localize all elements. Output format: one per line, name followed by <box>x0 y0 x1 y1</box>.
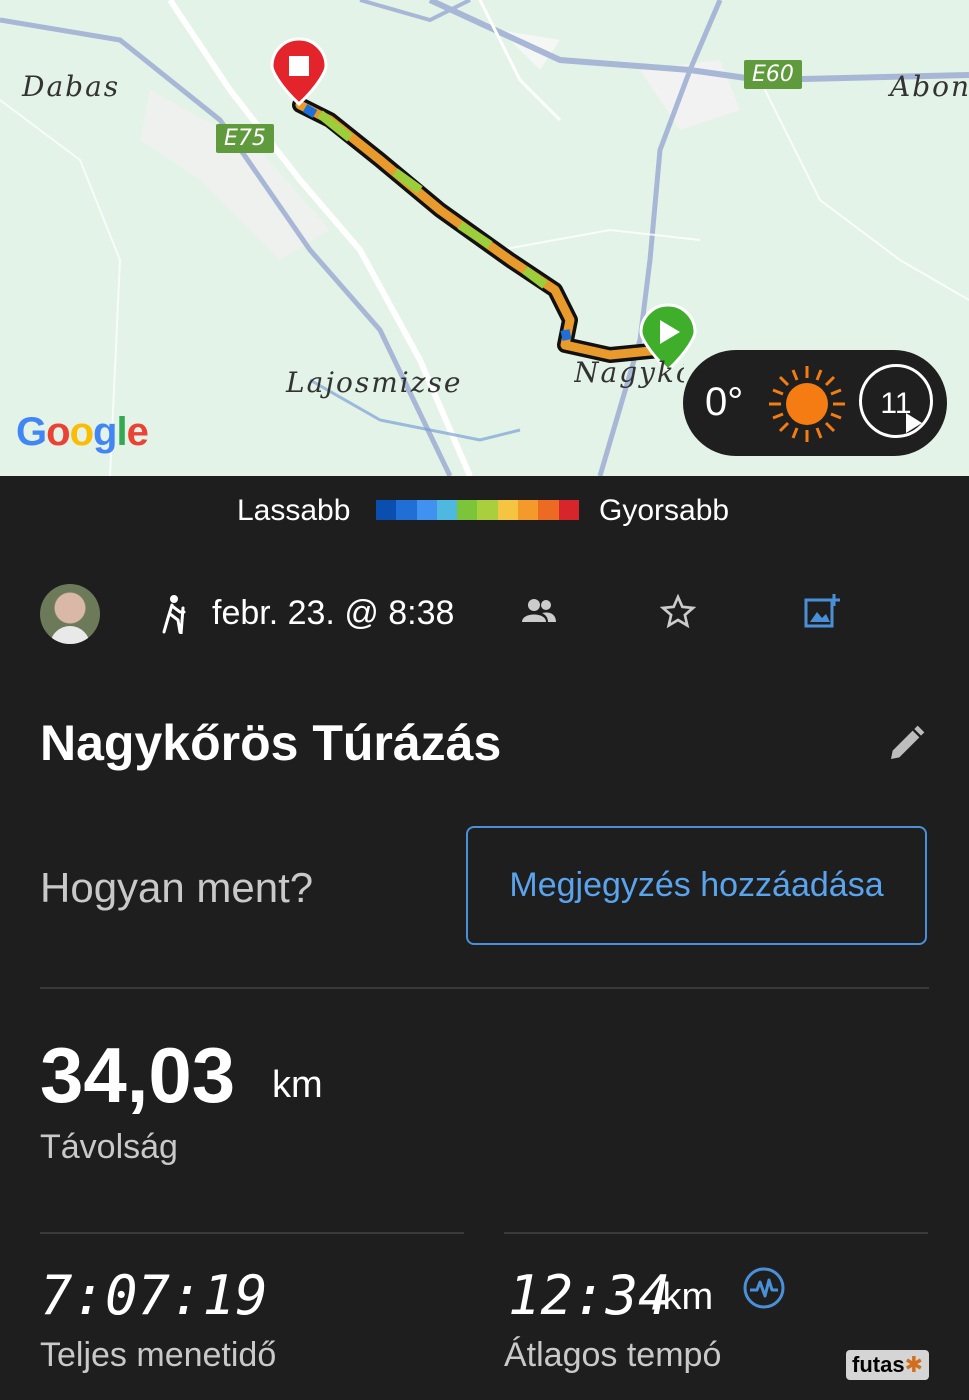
add-photo-icon[interactable] <box>802 592 842 632</box>
avatar[interactable] <box>40 584 100 644</box>
legend-color-segment <box>518 500 539 520</box>
place-label-nagykoros: Nagykőrös <box>574 356 684 389</box>
activity-title: Nagykőrös Túrázás <box>40 715 502 771</box>
distance-label: Távolság <box>40 1128 178 1166</box>
divider <box>40 987 929 989</box>
divider <box>504 1232 928 1234</box>
legend-fast-label: Gyorsabb <box>599 494 730 527</box>
place-label-lajosmizse: Lajosmizse <box>286 366 463 399</box>
place-label-dabas: Dabas <box>22 70 121 103</box>
legend-color-segment <box>477 500 498 520</box>
total-time-label: Teljes menetidő <box>40 1336 277 1374</box>
avg-pace-value: 12:34 <box>508 1264 671 1327</box>
avg-pace-unit: /km <box>652 1276 714 1318</box>
wind-direction-arrow-icon <box>906 413 922 433</box>
total-time-value: 7:07:19 <box>40 1264 268 1327</box>
weather-badge[interactable]: 0° 11 <box>683 350 947 456</box>
watermark-logo: futas✱ <box>846 1350 929 1380</box>
star-icon[interactable] <box>660 594 696 630</box>
legend-color-segment <box>416 500 437 520</box>
google-logo: Google <box>16 410 149 454</box>
edit-pencil-icon[interactable] <box>886 724 926 764</box>
legend-color-segment <box>436 500 458 520</box>
distance-unit: km <box>272 1064 323 1106</box>
activity-map[interactable]: Dabas Abony Lajosmizse Nagykőrös E75 E60… <box>0 0 969 476</box>
group-icon[interactable] <box>522 598 556 624</box>
pace-chart-icon[interactable] <box>742 1266 786 1310</box>
speed-legend: Lassabb Gyorsabb <box>0 490 969 534</box>
legend-slow-label: Lassabb <box>237 494 351 527</box>
hiking-icon <box>162 595 186 634</box>
legend-color-segment <box>396 500 417 520</box>
activity-date: febr. 23. @ 8:38 <box>212 594 455 632</box>
legend-color-segment <box>558 500 579 520</box>
add-note-button[interactable]: Megjegyzés hozzáadása <box>466 826 927 945</box>
wind-icon: 11 <box>859 364 933 438</box>
distance-value: 34,03 <box>40 1031 236 1119</box>
legend-color-segment <box>497 500 519 520</box>
legend-color-segment <box>457 500 478 520</box>
activity-meta-row: febr. 23. @ 8:38 <box>0 580 969 650</box>
legend-color-segment <box>538 500 559 520</box>
divider <box>40 1232 464 1234</box>
feedback-question: Hogyan ment? <box>40 864 314 911</box>
weather-temperature: 0° <box>705 380 744 424</box>
road-badge-e60: E60 <box>744 60 802 89</box>
avg-pace-label: Átlagos tempó <box>504 1336 722 1374</box>
place-label-abony: Abony <box>890 70 969 103</box>
sun-icon <box>769 366 845 442</box>
legend-color-segment <box>376 500 397 520</box>
legend-color-bar <box>376 500 579 520</box>
road-badge-e75: E75 <box>216 124 274 153</box>
